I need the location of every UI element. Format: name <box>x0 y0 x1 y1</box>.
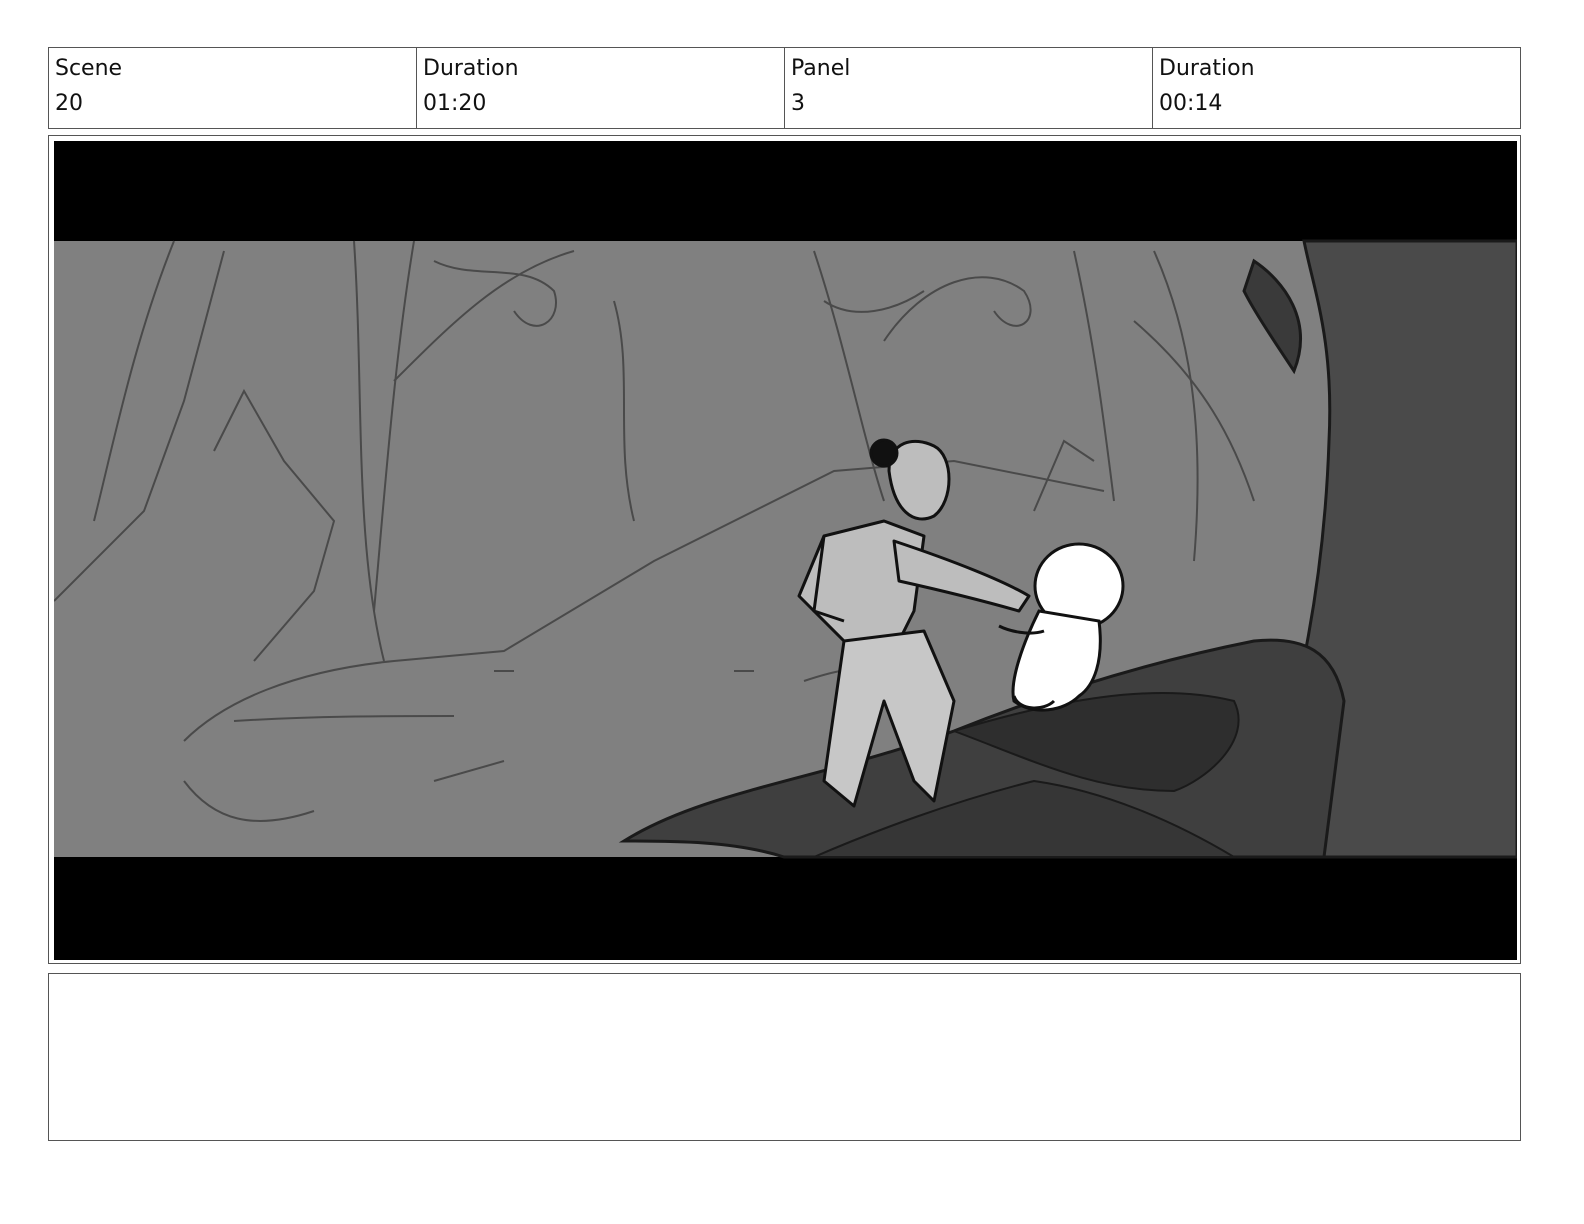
letterbox-top <box>54 141 1517 241</box>
panel-cell: Panel 3 <box>785 48 1153 128</box>
scene-label: Scene <box>55 56 123 81</box>
panel-duration-label: Duration <box>1159 56 1255 81</box>
letterbox-bottom <box>54 857 1517 960</box>
panel-label: Panel <box>791 56 851 81</box>
scene-value: 20 <box>55 91 83 116</box>
scene-duration-cell: Duration 01:20 <box>417 48 785 128</box>
storyboard-frame <box>48 135 1521 964</box>
panel-duration-value: 00:14 <box>1159 91 1223 116</box>
panel-notes <box>48 973 1521 1141</box>
panel-duration-cell: Duration 00:14 <box>1153 48 1520 128</box>
panel-value: 3 <box>791 91 805 116</box>
scene-cell: Scene 20 <box>49 48 417 128</box>
scene-duration-label: Duration <box>423 56 519 81</box>
panel-info-header: Scene 20 Duration 01:20 Panel 3 Duration… <box>48 47 1521 129</box>
storyboard-sketch <box>54 141 1517 960</box>
scene-duration-value: 01:20 <box>423 91 487 116</box>
